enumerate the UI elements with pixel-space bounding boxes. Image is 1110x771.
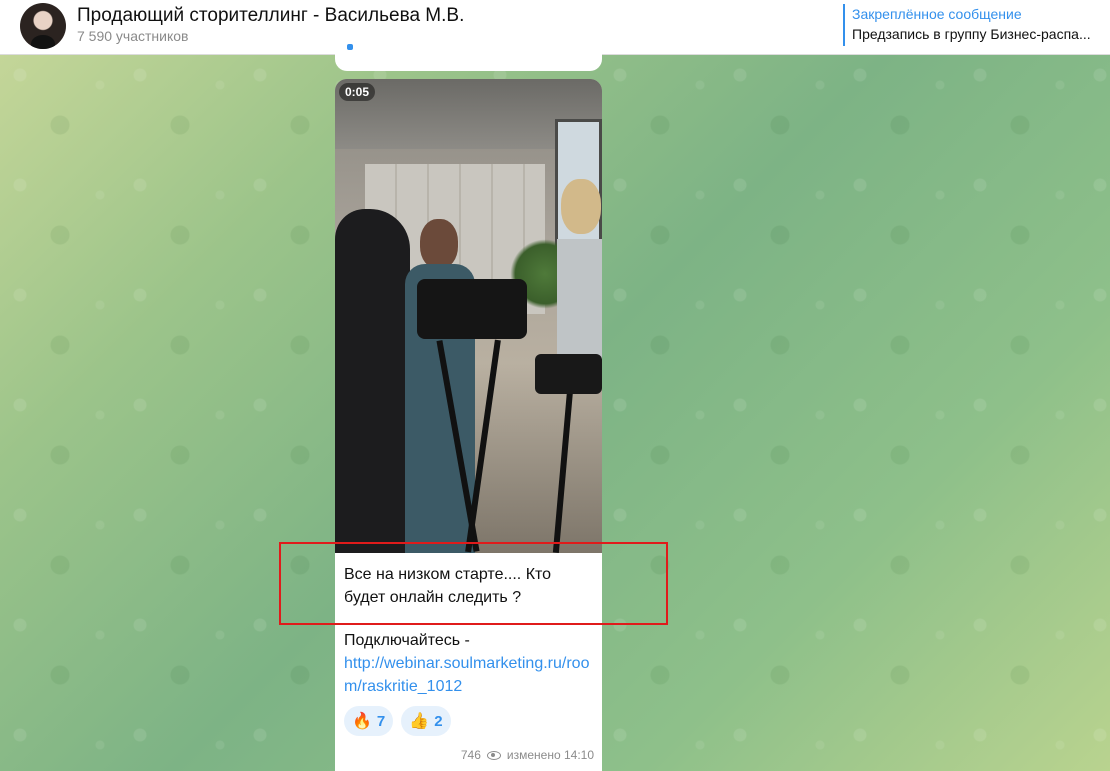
avatar[interactable] bbox=[20, 3, 66, 49]
video-camera bbox=[535, 354, 602, 394]
webinar-link[interactable]: http://webinar.soulmarketing.ru/room/ras… bbox=[344, 655, 589, 695]
pinned-message[interactable]: Закреплённое сообщение Предзапись в груп… bbox=[843, 4, 1110, 46]
message-caption: Все на низком старте.... Кто будет онлай… bbox=[344, 566, 552, 606]
pinned-message-text: Предзапись в группу Бизнес-распа... bbox=[852, 26, 1091, 42]
fire-icon: 🔥 bbox=[352, 713, 372, 730]
message-body: Подключайтесь - http://webinar.soulmarke… bbox=[344, 629, 599, 698]
link-fragment bbox=[347, 44, 353, 50]
reaction-count: 7 bbox=[376, 712, 386, 730]
chat-title[interactable]: Продающий сторителлинг - Васильева М.В. bbox=[77, 5, 464, 27]
reactions: 🔥 7 👍 2 bbox=[344, 706, 451, 736]
video-thumbnail[interactable]: 0:05 bbox=[335, 79, 602, 553]
member-count: 7 590 участников bbox=[77, 28, 189, 44]
thumbs-up-icon: 👍 bbox=[409, 713, 430, 730]
video-person-left bbox=[335, 209, 410, 553]
previous-message bbox=[335, 40, 602, 71]
view-count: 746 bbox=[460, 748, 481, 762]
edited-time: изменено 14:10 bbox=[506, 748, 594, 762]
subscribe-text: Подключайтесь - bbox=[344, 632, 470, 649]
reaction-count: 2 bbox=[434, 712, 443, 730]
pinned-message-title: Закреплённое сообщение bbox=[852, 6, 1022, 22]
reaction-thumbs-up[interactable]: 👍 2 bbox=[401, 706, 451, 736]
video-duration: 0:05 bbox=[339, 83, 376, 101]
message-meta: 746 изменено 14:10 bbox=[461, 748, 594, 762]
reaction-fire[interactable]: 🔥 7 bbox=[344, 706, 394, 736]
video-camera bbox=[417, 279, 527, 339]
channel-message: 0:05 Все на низком старте.... Кто будет … bbox=[335, 79, 602, 771]
eye-icon bbox=[486, 750, 501, 760]
